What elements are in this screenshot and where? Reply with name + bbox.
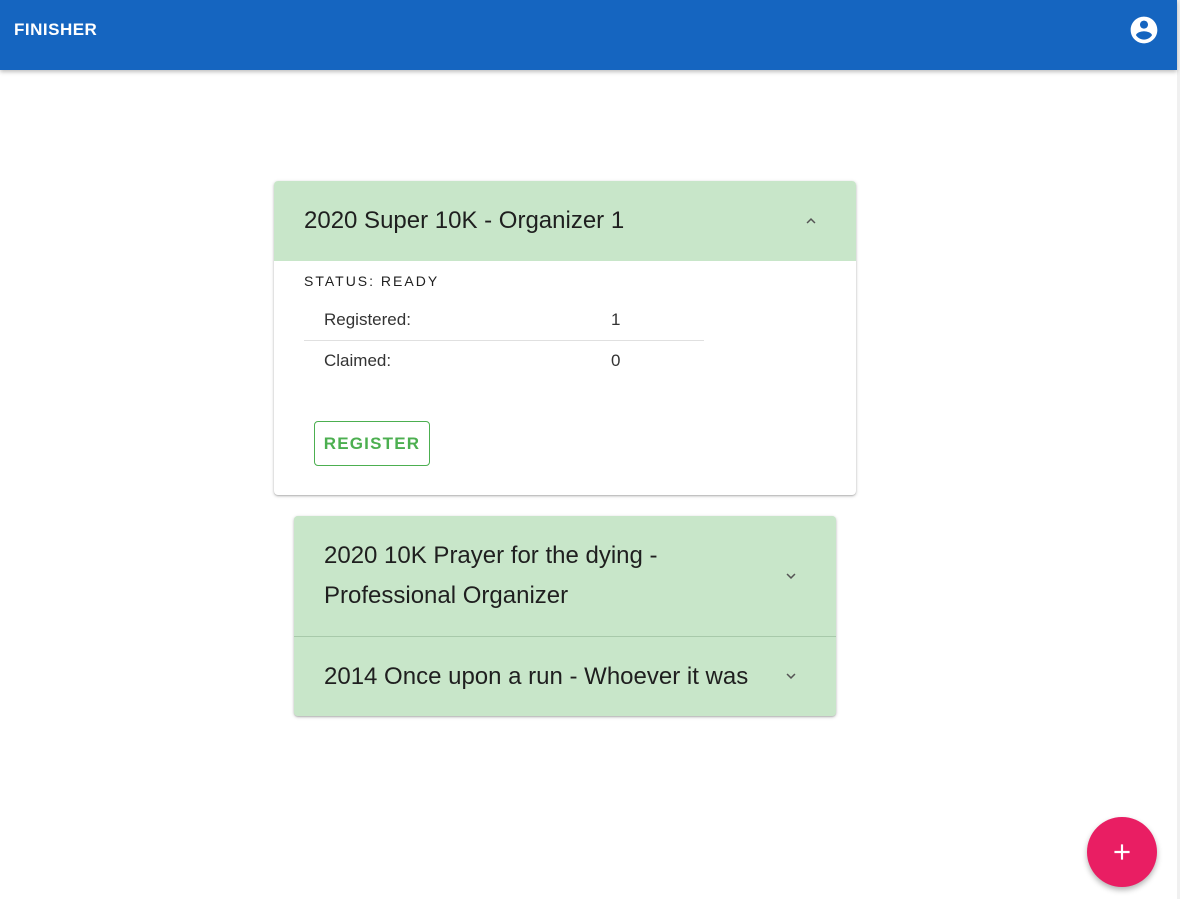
plus-icon xyxy=(1114,844,1130,860)
app-title: FINISHER xyxy=(14,20,98,39)
event-title: 2020 10K Prayer for the dying - Professi… xyxy=(324,536,658,616)
stat-value: 0 xyxy=(611,351,621,370)
stat-label: Claimed: xyxy=(324,351,392,370)
event-card-header[interactable]: 2020 Super 10K - Organizer 1 xyxy=(274,181,856,261)
page: FINISHER 2020 Super 10K - Organizer 1 ST… xyxy=(0,0,1180,899)
stat-value: 1 xyxy=(611,310,621,329)
event-title: 2020 Super 10K - Organizer 1 xyxy=(304,207,625,234)
account-button[interactable] xyxy=(1124,10,1164,50)
event-title-line: 2020 10K Prayer for the dying - xyxy=(324,542,658,569)
account-circle-icon xyxy=(1130,16,1158,44)
event-panel[interactable]: 2014 Once upon a run - Whoever it was xyxy=(294,637,836,716)
stat-label: Registered: xyxy=(324,310,411,329)
event-panel[interactable]: 2020 10K Prayer for the dying - Professi… xyxy=(294,516,836,636)
chevron-up-icon[interactable] xyxy=(799,209,823,233)
add-event-button[interactable] xyxy=(1087,817,1157,887)
stat-row-registered: Registered: 1 xyxy=(304,300,704,340)
app-bar: FINISHER xyxy=(0,0,1177,70)
chevron-down-icon[interactable] xyxy=(779,564,803,588)
event-card-expanded: 2020 Super 10K - Organizer 1 STATUS: REA… xyxy=(274,181,856,495)
stat-row-claimed: Claimed: 0 xyxy=(304,341,704,381)
event-list-collapsed: 2020 10K Prayer for the dying - Professi… xyxy=(294,516,836,716)
event-title: 2014 Once upon a run - Whoever it was xyxy=(324,663,749,690)
event-status: STATUS: READY xyxy=(304,273,440,289)
event-title-line: Professional Organizer xyxy=(324,582,569,609)
chevron-down-icon[interactable] xyxy=(779,664,803,688)
register-button[interactable]: REGISTER xyxy=(314,421,430,466)
